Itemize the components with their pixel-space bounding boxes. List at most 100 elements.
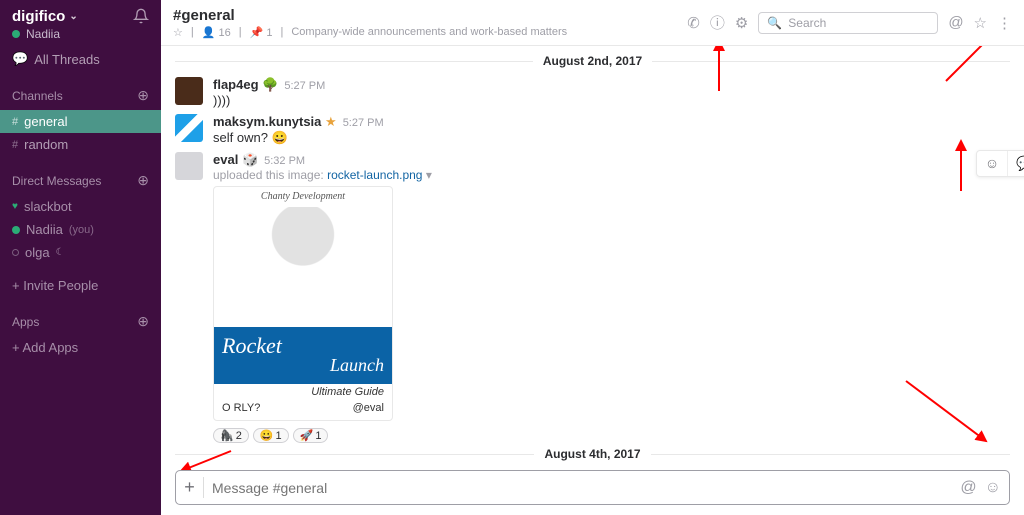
attachment-filename[interactable]: rocket-launch.png xyxy=(327,168,422,182)
attach-plus-icon[interactable]: + xyxy=(184,477,204,498)
sidebar: digifico ⌄ Nadiia 💬 All Threads Channels… xyxy=(0,0,161,515)
channels-header[interactable]: Channels xyxy=(12,89,63,103)
add-apps-label: Add Apps xyxy=(23,340,79,355)
heart-icon: ♥ xyxy=(12,201,18,212)
threads-icon: 💬 xyxy=(12,51,28,67)
attachment-illustration xyxy=(243,207,363,317)
sidebar-channel-random[interactable]: # random xyxy=(0,133,161,156)
add-app-icon[interactable]: ⊕ xyxy=(137,313,149,330)
search-box[interactable]: 🔍 Search xyxy=(758,12,938,34)
hash-icon: # xyxy=(12,139,18,151)
channel-header: #general ☆ | 👤 16 | 📌 1 | Company-wide a… xyxy=(161,0,1024,46)
presence-dot-away-icon xyxy=(12,249,19,256)
message-hover-actions: ☺ 💬 ↗ ☆ ⋯ xyxy=(976,150,1024,177)
new-dm-icon[interactable]: ⊕ xyxy=(137,172,149,189)
all-threads-label: All Threads xyxy=(34,52,100,67)
status-emoji: ★ xyxy=(325,114,337,129)
channel-topic[interactable]: Company-wide announcements and work-base… xyxy=(291,26,567,38)
reaction[interactable]: 🦍2 xyxy=(213,428,249,443)
you-label: (you) xyxy=(69,224,94,236)
main-panel: #general ☆ | 👤 16 | 📌 1 | Company-wide a… xyxy=(161,0,1024,515)
hash-icon: # xyxy=(12,116,18,128)
start-thread-icon[interactable]: 💬 xyxy=(1007,151,1024,176)
mention-icon[interactable]: @ xyxy=(960,479,976,497)
attachment-top-label: Chanty Development xyxy=(261,191,345,202)
more-icon[interactable]: ⋮ xyxy=(997,14,1012,32)
composer-input[interactable] xyxy=(212,480,952,496)
search-placeholder: Search xyxy=(788,16,826,30)
dm-header[interactable]: Direct Messages xyxy=(12,174,101,188)
info-icon[interactable]: ⓘ xyxy=(710,12,725,33)
bell-icon[interactable] xyxy=(133,8,149,27)
invite-people-link[interactable]: + Invite People xyxy=(0,274,161,297)
current-user-name: Nadiia xyxy=(26,27,60,41)
attachment-subtitle: Ultimate Guide xyxy=(214,384,392,400)
pin-icon: 📌 xyxy=(250,27,264,39)
workspace-name: digifico xyxy=(12,8,65,25)
dm-label: Nadiia xyxy=(26,222,63,237)
channel-label: general xyxy=(24,114,67,129)
avatar[interactable] xyxy=(175,152,203,180)
dm-self[interactable]: Nadiia (you) xyxy=(0,218,161,241)
phone-icon[interactable]: ✆ xyxy=(687,14,700,32)
message-row: flap4eg 🌳5:27 PM )))) xyxy=(175,74,1010,111)
message-composer[interactable]: + @ ☺ xyxy=(175,470,1010,505)
message-time: 5:27 PM xyxy=(284,80,325,92)
message-time: 5:27 PM xyxy=(343,117,384,129)
message-author[interactable]: maksym.kunytsia xyxy=(213,114,321,129)
message-row: ☺ 💬 ↗ ☆ ⋯ eval 🎲5:32 PM uploaded this im… xyxy=(175,149,1010,424)
image-attachment[interactable]: Chanty Development Rocket Launch Ultimat… xyxy=(213,186,393,421)
members-count[interactable]: 16 xyxy=(219,27,231,39)
avatar[interactable] xyxy=(175,77,203,105)
reaction-count: 2 xyxy=(236,430,242,442)
members-icon: 👤 xyxy=(202,27,216,39)
avatar[interactable] xyxy=(175,114,203,142)
reaction-emoji: 🦍 xyxy=(220,429,234,442)
reaction-emoji: 😀 xyxy=(260,429,274,442)
date-divider: August 4th, 2017 xyxy=(544,447,640,461)
star-icon[interactable]: ☆ xyxy=(173,26,183,39)
dm-slackbot[interactable]: ♥ slackbot xyxy=(0,195,161,218)
attachment-footer-left: O RLY? xyxy=(222,402,260,414)
dm-olga[interactable]: olga ☾ xyxy=(0,241,161,264)
message-time: 5:32 PM xyxy=(264,155,305,167)
reaction-count: 1 xyxy=(315,430,321,442)
attachment-footer-right: @eval xyxy=(353,402,384,414)
dm-label: olga xyxy=(25,245,50,260)
away-icon: ☾ xyxy=(56,247,65,258)
all-threads-link[interactable]: 💬 All Threads xyxy=(0,47,161,71)
presence-dot-icon xyxy=(12,226,20,234)
date-divider: August 2nd, 2017 xyxy=(543,54,642,68)
apps-header[interactable]: Apps xyxy=(12,315,39,329)
reactions-bar: 🦍2 😀1 🚀1 xyxy=(213,428,1010,443)
dm-label: slackbot xyxy=(24,199,72,214)
pin-count[interactable]: 1 xyxy=(266,27,272,39)
add-apps-link[interactable]: + Add Apps xyxy=(0,336,161,359)
workspace-switcher[interactable]: digifico ⌄ xyxy=(12,8,78,25)
message-author[interactable]: flap4eg xyxy=(213,77,259,92)
message-author[interactable]: eval xyxy=(213,152,238,167)
gear-icon[interactable]: ⚙ xyxy=(735,14,748,32)
add-reaction-icon[interactable]: ☺ xyxy=(977,151,1007,176)
sidebar-channel-general[interactable]: # general xyxy=(0,110,161,133)
mentions-icon[interactable]: @ xyxy=(948,14,963,31)
status-emoji: 🎲 xyxy=(242,152,258,167)
caret-down-icon[interactable]: ▾ xyxy=(426,168,432,182)
reaction-count: 1 xyxy=(276,430,282,442)
reaction[interactable]: 🚀1 xyxy=(293,428,329,443)
search-icon: 🔍 xyxy=(767,16,782,30)
channel-label: random xyxy=(24,137,68,152)
invite-label: Invite People xyxy=(23,278,98,293)
message-text: self own? 😀 xyxy=(213,130,384,146)
presence-dot-icon xyxy=(12,30,20,38)
emoji-icon[interactable]: ☺ xyxy=(985,479,1001,497)
message-row: maksym.kunytsia ★ 5:27 PM self own? 😀 xyxy=(175,111,1010,149)
upload-caption: uploaded this image: xyxy=(213,168,327,182)
message-list: August 2nd, 2017 flap4eg 🌳5:27 PM )))) m… xyxy=(161,46,1024,470)
reaction[interactable]: 😀1 xyxy=(253,428,289,443)
star-channel-icon[interactable]: ☆ xyxy=(974,14,987,32)
message-text: )))) xyxy=(213,93,325,108)
add-channel-icon[interactable]: ⊕ xyxy=(137,87,149,104)
chevron-down-icon: ⌄ xyxy=(69,11,77,22)
channel-name[interactable]: #general xyxy=(173,7,567,24)
